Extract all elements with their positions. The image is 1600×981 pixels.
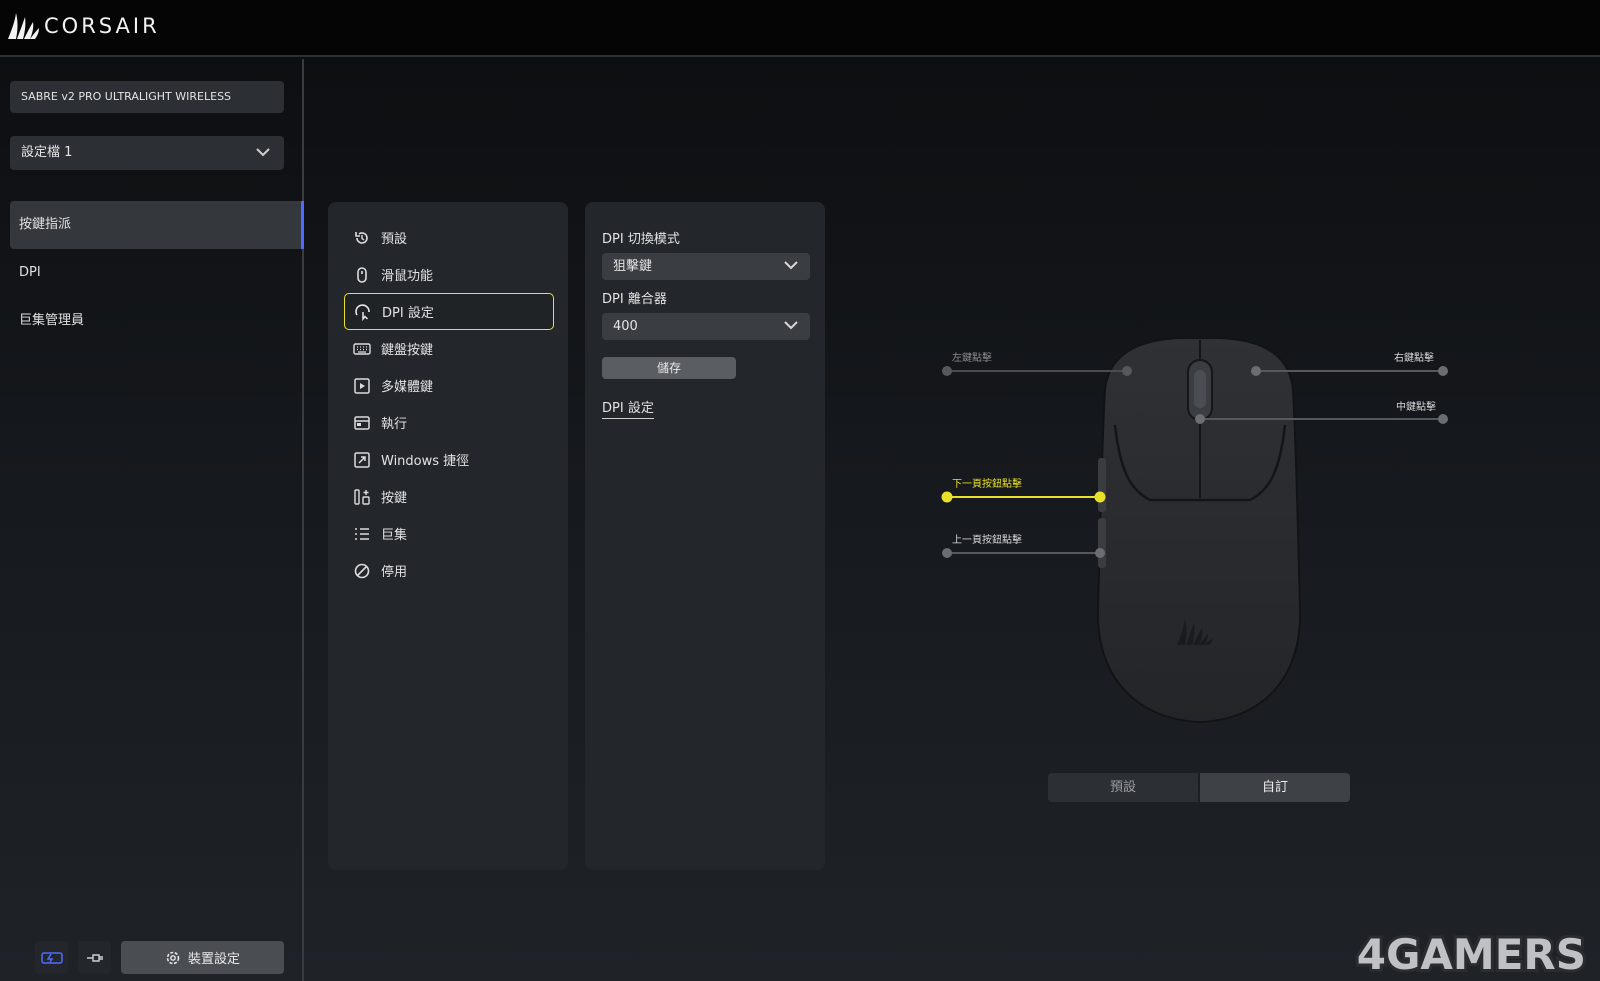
action-list-panel: 預設 滑鼠功能 DPI 設定 鍵盤按鍵 多媒體鍵 執行 Windows 捷徑 按…	[328, 202, 568, 870]
wireless-button[interactable]	[35, 941, 68, 974]
dpi-switch-mode-value: 狙擊鍵	[613, 259, 653, 274]
dpi-clutch-select[interactable]: 400	[602, 313, 810, 340]
shortcut-icon	[354, 451, 370, 468]
callout-forward-click[interactable]: 下一頁按鈕點擊	[952, 475, 1022, 490]
disable-icon	[354, 563, 370, 578]
brand-name: CORSAIR	[44, 14, 160, 38]
action-disable[interactable]: 停用	[344, 552, 554, 589]
watermark-text: 4GAMERS	[1357, 931, 1586, 975]
dpi-clutch-value: 400	[613, 319, 638, 334]
action-keys[interactable]: 按鍵	[344, 478, 554, 515]
save-button[interactable]: 儲存	[602, 357, 736, 379]
list-icon	[355, 527, 369, 540]
wireless-battery-icon	[40, 951, 63, 964]
callout-back-click[interactable]: 上一頁按鈕點擊	[952, 531, 1022, 546]
corsair-sails-icon	[8, 13, 39, 39]
media-icon	[354, 377, 370, 394]
launch-icon	[354, 415, 370, 430]
callout-left-click-line	[942, 366, 1132, 376]
action-keyboard-keys[interactable]: 鍵盤按鍵	[344, 330, 554, 367]
device-name[interactable]: SABRE v2 PRO ULTRALIGHT WIRELESS	[10, 81, 284, 113]
sidebar-item-macro-manager[interactable]: 巨集管理員	[10, 297, 304, 345]
callout-left-click[interactable]: 左鍵點擊	[952, 349, 992, 364]
profile-select[interactable]: 設定檔 1	[10, 136, 284, 170]
action-mouse-function[interactable]: 滑鼠功能	[344, 256, 554, 293]
mouse-icon	[357, 266, 367, 283]
key-icon	[354, 488, 370, 505]
callout-right-click[interactable]: 右鍵點擊	[1394, 349, 1434, 364]
dpi-settings-panel: DPI 切換模式 狙擊鍵 DPI 離合器 400 儲存 DPI 設定	[585, 202, 825, 870]
corsair-logo: CORSAIR	[6, 8, 160, 44]
device-settings-label: 裝置設定	[187, 952, 240, 967]
action-launch[interactable]: 執行	[344, 404, 554, 441]
dpi-switch-mode-label: DPI 切換模式	[602, 232, 680, 247]
wired-button[interactable]	[78, 941, 111, 974]
top-bar: CORSAIR	[0, 0, 1600, 57]
sidebar: SABRE v2 PRO ULTRALIGHT WIRELESS 設定檔 1 按…	[0, 59, 304, 981]
bottom-icon-group	[35, 941, 111, 974]
cable-icon	[86, 953, 103, 962]
gear-icon	[166, 951, 180, 964]
profile-select-value: 設定檔 1	[21, 145, 73, 160]
dpi-icon	[355, 303, 370, 321]
chevron-down-icon	[784, 261, 798, 270]
action-dpi-settings[interactable]: DPI 設定	[344, 293, 554, 330]
chevron-down-icon	[256, 148, 270, 157]
reset-icon	[355, 231, 368, 244]
dpi-settings-link[interactable]: DPI 設定	[602, 397, 654, 419]
toggle-custom-view[interactable]: 自訂	[1200, 773, 1350, 802]
action-default[interactable]: 預設	[344, 219, 554, 256]
callout-forward-click-line	[941, 491, 1106, 503]
chevron-down-icon	[784, 321, 798, 330]
keyboard-icon	[353, 342, 371, 355]
action-macro[interactable]: 巨集	[344, 515, 554, 552]
dpi-switch-mode-select[interactable]: 狙擊鍵	[602, 253, 810, 280]
device-settings-button[interactable]: 裝置設定	[121, 941, 284, 974]
toggle-default-view[interactable]: 預設	[1048, 773, 1198, 802]
callout-middle-click[interactable]: 中鍵點擊	[1396, 398, 1436, 413]
action-windows-shortcut[interactable]: Windows 捷徑	[344, 441, 554, 478]
mouse-illustration	[941, 337, 1448, 724]
watermark-4gamers: 4GAMERS 4GAMERS	[1354, 931, 1588, 975]
action-media-keys[interactable]: 多媒體鍵	[344, 367, 554, 404]
sidebar-item-key-assignment[interactable]: 按鍵指派	[10, 201, 304, 249]
callout-back-click-line	[942, 548, 1105, 558]
dpi-clutch-label: DPI 離合器	[602, 292, 667, 307]
sidebar-item-dpi[interactable]: DPI	[10, 249, 304, 297]
